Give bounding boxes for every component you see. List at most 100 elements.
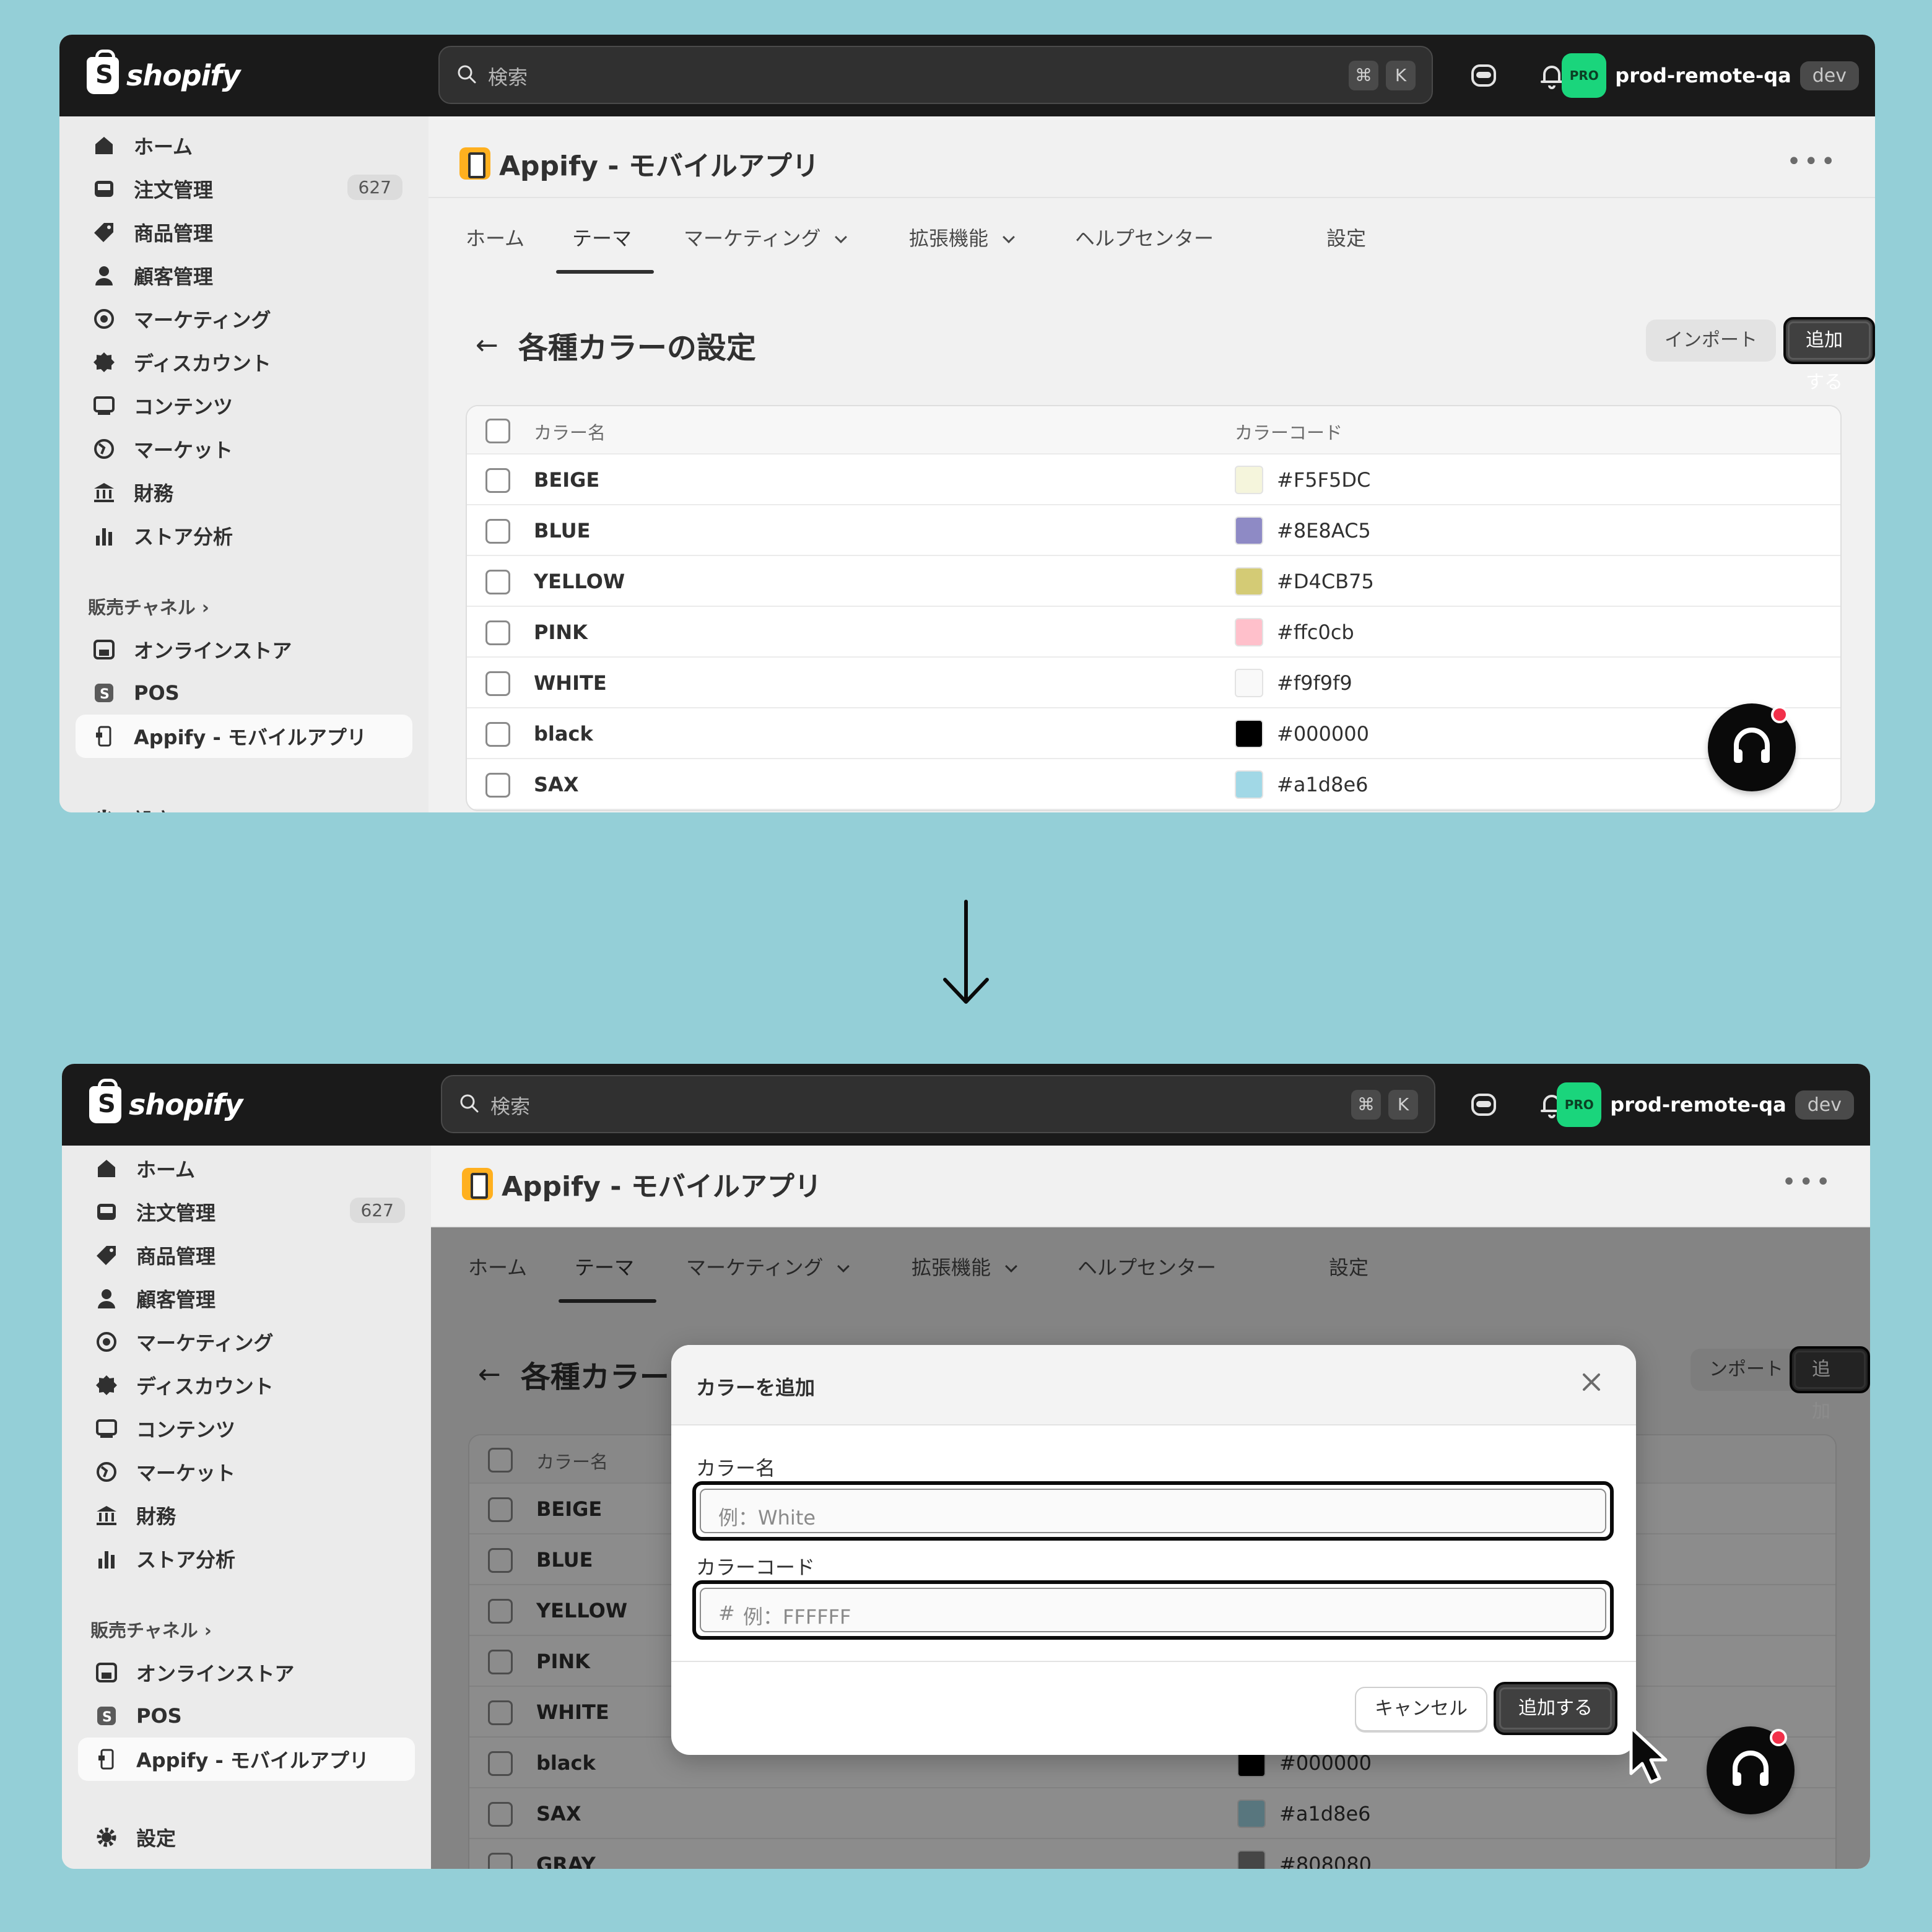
search-input[interactable]: 検索 ⌘ K [441, 1075, 1435, 1133]
chevron-down-icon [1003, 231, 1015, 243]
sidebar-item-customers[interactable]: 顧客管理 [78, 1277, 415, 1320]
sidebar: ホーム 注文管理 627 商品管理 顧客管理 マーケティング ディスカウント コン… [62, 1146, 431, 1869]
add-button[interactable]: 追加する [1783, 317, 1875, 393]
sidebar-item-label: ディスカウント [136, 1375, 274, 1398]
color-name: BEIGE [534, 468, 600, 492]
table-row[interactable]: BEIGE #F5F5DC [467, 455, 1840, 505]
row-checkbox[interactable] [485, 570, 510, 594]
sidebar-item-marketing[interactable]: マーケティング [76, 297, 412, 341]
import-button[interactable]: インポート [1646, 320, 1776, 362]
color-code-input[interactable]: # 例：FFFFFF [700, 1588, 1606, 1632]
inbox-icon [92, 176, 116, 201]
row-checkbox[interactable] [485, 722, 510, 747]
select-all-checkbox[interactable] [485, 419, 510, 443]
sidebar-item-markets[interactable]: マーケット [78, 1450, 415, 1494]
sidebar-item-pos[interactable]: S POS [76, 671, 412, 715]
support-chat-button[interactable] [1708, 703, 1796, 791]
sidekick-icon[interactable] [1469, 1090, 1499, 1120]
sidebar-item-label: 設定 [136, 1827, 176, 1850]
tab-extensions[interactable]: 拡張機能 [909, 223, 1015, 251]
gear-icon [94, 1825, 119, 1850]
more-actions-button[interactable]: ••• [1786, 147, 1838, 176]
row-checkbox[interactable] [485, 620, 510, 645]
sidebar-item-appify[interactable]: Appify - モバイルアプリ [76, 715, 412, 758]
sidebar-item-discounts[interactable]: ディスカウント [76, 341, 412, 384]
sidebar-item-customers[interactable]: 顧客管理 [76, 254, 412, 297]
sidebar-item-content[interactable]: コンテンツ [76, 384, 412, 427]
sidebar-item-pos[interactable]: S POS [78, 1694, 415, 1738]
table-row[interactable]: PINK #ffc0cb [467, 607, 1840, 658]
search-placeholder: 検索 [488, 66, 528, 89]
pos-icon: S [92, 681, 116, 705]
appify-app-icon [462, 1168, 493, 1200]
sidebar-item-online-store[interactable]: オンラインストア [78, 1651, 415, 1694]
support-chat-button[interactable] [1707, 1726, 1795, 1814]
color-swatch [1235, 567, 1263, 596]
tab-home[interactable]: ホーム [466, 223, 524, 251]
table-row[interactable]: SAX #a1d8e6 [467, 759, 1840, 810]
sidebar-item-orders[interactable]: 注文管理 627 [78, 1190, 415, 1234]
sidebar-item-online-store[interactable]: オンラインストア [76, 628, 412, 671]
sidebar-item-products[interactable]: 商品管理 [76, 211, 412, 254]
sidebar-item-appify[interactable]: Appify - モバイルアプリ [78, 1738, 415, 1781]
tab-extensions-label: 拡張機能 [909, 227, 989, 250]
sidebar-item-settings[interactable]: 設定 [76, 798, 412, 812]
store-switcher[interactable]: PRO prod-remote-qa dev [1562, 51, 1859, 100]
person-icon [94, 1286, 119, 1311]
svg-text:S: S [102, 1710, 112, 1725]
home-icon [92, 133, 116, 158]
sidebar-item-finance[interactable]: 財務 [76, 471, 412, 514]
sales-channels-heading[interactable]: 販売チャネル › [90, 1616, 212, 1642]
add-color-modal: カラーを追加 カラー名 例：White カラーコード # 例：FFFFFF キャン… [671, 1345, 1636, 1755]
shopify-logo[interactable]: shopify [87, 50, 240, 98]
sidebar-item-home[interactable]: ホーム [76, 124, 412, 167]
sidebar-item-finance[interactable]: 財務 [78, 1494, 415, 1537]
sidekick-icon[interactable] [1469, 61, 1499, 90]
table-row[interactable]: BLUE #8E8AC5 [467, 505, 1840, 556]
close-icon[interactable] [1579, 1370, 1604, 1395]
color-name-input[interactable]: 例：White [700, 1489, 1606, 1533]
sidebar-item-settings[interactable]: 設定 [78, 1816, 415, 1859]
table-row[interactable]: YELLOW #D4CB75 [467, 556, 1840, 607]
row-checkbox[interactable] [485, 519, 510, 544]
sidebar-item-analytics[interactable]: ストア分析 [78, 1537, 415, 1580]
tab-settings[interactable]: 設定 [1326, 223, 1366, 251]
sidebar-item-markets[interactable]: マーケット [76, 427, 412, 471]
tab-help-center[interactable]: ヘルプセンター [1075, 223, 1214, 251]
color-swatch [1235, 669, 1263, 697]
chevron-right-icon: › [201, 597, 209, 618]
shopify-logo[interactable]: shopify [89, 1079, 243, 1127]
more-actions-button[interactable]: ••• [1782, 1168, 1833, 1196]
cancel-button[interactable]: キャンセル [1355, 1687, 1487, 1731]
sidebar-item-marketing[interactable]: マーケティング [78, 1320, 415, 1364]
app-tabs: ホーム テーマ マーケティング 拡張機能 ヘルプセンター 設定 [429, 197, 1875, 274]
tab-marketing[interactable]: マーケティング [684, 223, 848, 251]
arrow-down-icon [943, 900, 989, 1004]
sidebar-item-analytics[interactable]: ストア分析 [76, 514, 412, 557]
back-arrow-icon[interactable]: ← [476, 329, 498, 361]
store-switcher[interactable]: PRO prod-remote-qa dev [1557, 1080, 1854, 1129]
row-checkbox[interactable] [485, 773, 510, 798]
bank-icon [92, 480, 116, 505]
sidebar-item-products[interactable]: 商品管理 [78, 1234, 415, 1277]
sidebar-item-orders[interactable]: 注文管理 627 [76, 167, 412, 211]
sidebar-item-discounts[interactable]: ディスカウント [78, 1364, 415, 1407]
color-name-field[interactable]: 例：White [692, 1481, 1614, 1541]
table-header: カラー名 カラーコード [467, 406, 1840, 455]
table-row[interactable]: WHITE #f9f9f9 [467, 658, 1840, 708]
sidebar-item-label: 商品管理 [136, 1245, 216, 1268]
table-row[interactable]: black #000000 [467, 708, 1840, 759]
pos-icon: S [94, 1704, 119, 1728]
row-checkbox[interactable] [485, 468, 510, 493]
target-icon [94, 1329, 119, 1354]
row-checkbox[interactable] [485, 671, 510, 696]
modal-add-button[interactable]: 追加する [1494, 1682, 1617, 1735]
sidebar-item-home[interactable]: ホーム [78, 1147, 415, 1190]
color-code-field[interactable]: # 例：FFFFFF [692, 1580, 1614, 1640]
sales-channels-heading[interactable]: 販売チャネル › [88, 593, 209, 619]
search-input[interactable]: 検索 ⌘ K [438, 46, 1433, 104]
tag-icon [94, 1243, 119, 1268]
sidebar-item-label: ストア分析 [134, 525, 233, 549]
sidebar-item-content[interactable]: コンテンツ [78, 1407, 415, 1450]
tab-theme[interactable]: テーマ [572, 223, 632, 251]
